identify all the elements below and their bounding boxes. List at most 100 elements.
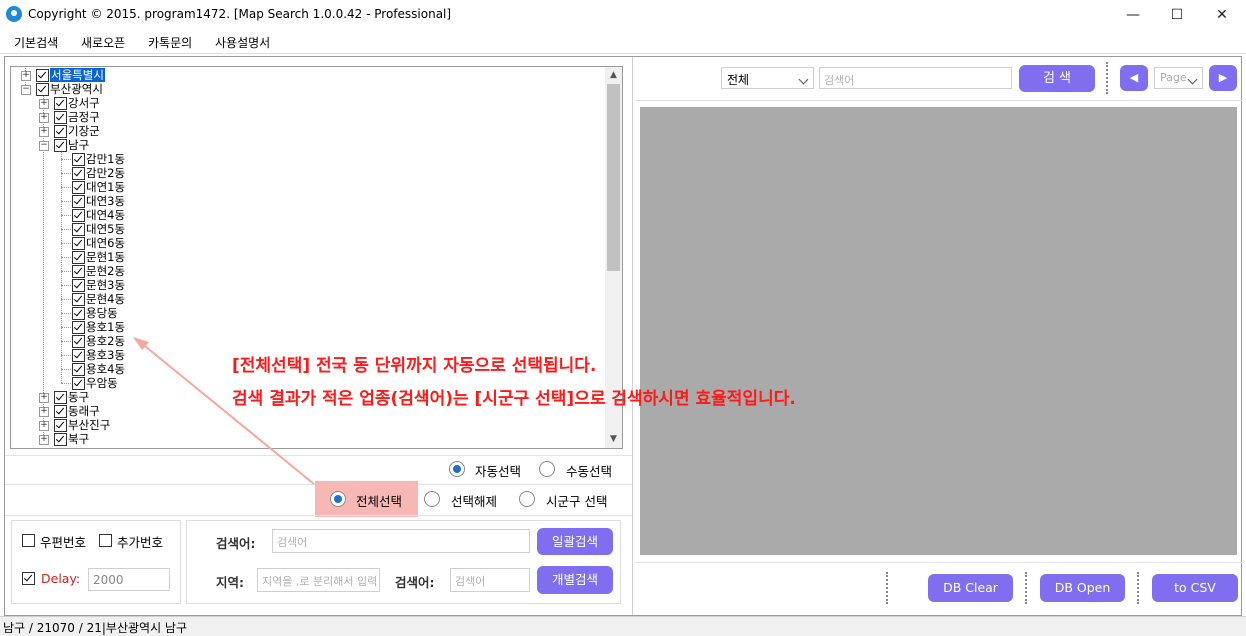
menu-new-open[interactable]: 새로오픈 [81, 34, 125, 51]
tree-checkbox[interactable] [54, 405, 67, 418]
region-input[interactable]: 지역을 ,로 분리해서 입력 [257, 568, 380, 592]
next-page-icon[interactable]: ▶ [1209, 65, 1237, 91]
tree-node[interactable]: + 서울특별시 [11, 68, 601, 82]
tree-node[interactable]: 대연6동 [11, 236, 601, 250]
tree-node[interactable]: 문현1동 [11, 250, 601, 264]
tree-checkbox[interactable] [54, 97, 67, 110]
manual-select-radio[interactable] [539, 461, 555, 477]
tree-checkbox[interactable] [36, 83, 49, 96]
expand-icon[interactable]: + [39, 407, 49, 417]
keyword-input[interactable]: 검색어 [272, 529, 530, 553]
to-csv-button[interactable]: to CSV [1152, 574, 1238, 602]
collapse-icon[interactable]: − [39, 141, 49, 151]
category-select[interactable]: 전체 [721, 67, 814, 89]
tree-checkbox[interactable] [72, 237, 85, 250]
tree-checkbox[interactable] [36, 69, 49, 82]
tree-checkbox[interactable] [72, 307, 85, 320]
tree-node[interactable]: 감만1동 [11, 152, 601, 166]
tree-checkbox[interactable] [72, 321, 85, 334]
page-select[interactable]: Page [1154, 67, 1203, 89]
deselect-radio[interactable] [424, 491, 440, 507]
keyword2-input[interactable]: 검색어 [450, 568, 530, 592]
tree-checkbox[interactable] [54, 125, 67, 138]
close-button[interactable]: ✕ [1199, 0, 1245, 30]
tree-node[interactable]: 문현4동 [11, 292, 601, 306]
tree-node-label: 대연4동 [86, 208, 126, 222]
expand-icon[interactable]: + [39, 421, 49, 431]
expand-icon[interactable]: + [39, 113, 49, 123]
scroll-thumb[interactable] [607, 84, 620, 271]
expand-icon[interactable]: + [39, 393, 49, 403]
maximize-button[interactable]: ☐ [1154, 0, 1200, 30]
scroll-down-icon[interactable]: ▼ [605, 431, 622, 448]
collapse-icon[interactable]: − [21, 85, 31, 95]
db-open-button[interactable]: DB Open [1040, 574, 1125, 602]
bulk-search-button[interactable]: 일괄검색 [537, 528, 613, 555]
tree-node[interactable]: − 부산광역시 [11, 82, 601, 96]
tree-node-label: 대연1동 [86, 180, 126, 194]
expand-icon[interactable]: + [39, 127, 49, 137]
tree-node[interactable]: 용당동 [11, 306, 601, 320]
tree-checkbox[interactable] [54, 139, 67, 152]
tree-checkbox[interactable] [72, 195, 85, 208]
delay-checkbox[interactable] [22, 572, 35, 585]
tree-checkbox[interactable] [54, 391, 67, 404]
scroll-up-icon[interactable]: ▲ [605, 67, 622, 84]
tree-checkbox[interactable] [72, 335, 85, 348]
postal-code-checkbox[interactable] [22, 534, 35, 547]
tree-node[interactable]: 대연1동 [11, 180, 601, 194]
tree-node[interactable]: 대연4동 [11, 208, 601, 222]
tree-node[interactable]: + 강서구 [11, 96, 601, 110]
tree-checkbox[interactable] [72, 265, 85, 278]
tree-node[interactable]: + 북구 [11, 432, 601, 446]
tree-node[interactable]: − 남구 [11, 138, 601, 152]
tree-node-label: 대연5동 [86, 222, 126, 236]
tree-node[interactable]: 용호2동 [11, 334, 601, 348]
tree-checkbox[interactable] [54, 419, 67, 432]
expand-icon[interactable]: + [39, 99, 49, 109]
tree-checkbox[interactable] [72, 377, 85, 390]
tree-node[interactable]: 문현2동 [11, 264, 601, 278]
district-select-radio[interactable] [519, 491, 535, 507]
tree-checkbox[interactable] [72, 167, 85, 180]
tree-node[interactable]: + 기장군 [11, 124, 601, 138]
tree-checkbox[interactable] [72, 293, 85, 306]
tree-node[interactable]: + 부산진구 [11, 418, 601, 432]
tree-checkbox[interactable] [54, 111, 67, 124]
tree-checkbox[interactable] [72, 223, 85, 236]
map-search-input[interactable]: 검색어 [819, 67, 1012, 89]
tree-checkbox[interactable] [72, 209, 85, 222]
tree-checkbox[interactable] [54, 433, 67, 446]
tree-checkbox[interactable] [72, 181, 85, 194]
tree-node-label: 용당동 [86, 306, 118, 320]
db-clear-button[interactable]: DB Clear [928, 574, 1013, 602]
tree-node[interactable]: 감만2동 [11, 166, 601, 180]
tree-node[interactable]: 용호1동 [11, 320, 601, 334]
tree-node-label: 대연3동 [86, 194, 126, 208]
minimize-button[interactable]: — [1110, 0, 1156, 30]
auto-select-radio[interactable] [449, 461, 465, 477]
tree-node[interactable]: 문현3동 [11, 278, 601, 292]
panel-splitter[interactable] [632, 57, 633, 615]
tree-checkbox[interactable] [72, 349, 85, 362]
tree-node[interactable]: 대연3동 [11, 194, 601, 208]
individual-search-button[interactable]: 개별검색 [537, 566, 613, 594]
tree-checkbox[interactable] [72, 251, 85, 264]
tree-node[interactable]: + 금정구 [11, 110, 601, 124]
tree-checkbox[interactable] [72, 363, 85, 376]
prev-page-icon[interactable]: ◀ [1120, 65, 1148, 91]
delay-input[interactable]: 2000 [88, 568, 170, 591]
tree-checkbox[interactable] [72, 153, 85, 166]
expand-icon[interactable]: + [21, 71, 31, 81]
select-all-radio[interactable] [330, 491, 346, 507]
map-search-button[interactable]: 검 색 [1019, 65, 1095, 92]
map-view[interactable] [640, 107, 1237, 555]
extra-number-checkbox[interactable] [99, 534, 112, 547]
expand-icon[interactable]: + [39, 435, 49, 445]
menu-kakao-inquiry[interactable]: 카톡문의 [148, 34, 192, 51]
tree-connector [61, 383, 71, 384]
tree-node[interactable]: 대연5동 [11, 222, 601, 236]
tree-checkbox[interactable] [72, 279, 85, 292]
menu-basic-search[interactable]: 기본검색 [14, 34, 58, 51]
menu-manual[interactable]: 사용설명서 [215, 34, 270, 51]
